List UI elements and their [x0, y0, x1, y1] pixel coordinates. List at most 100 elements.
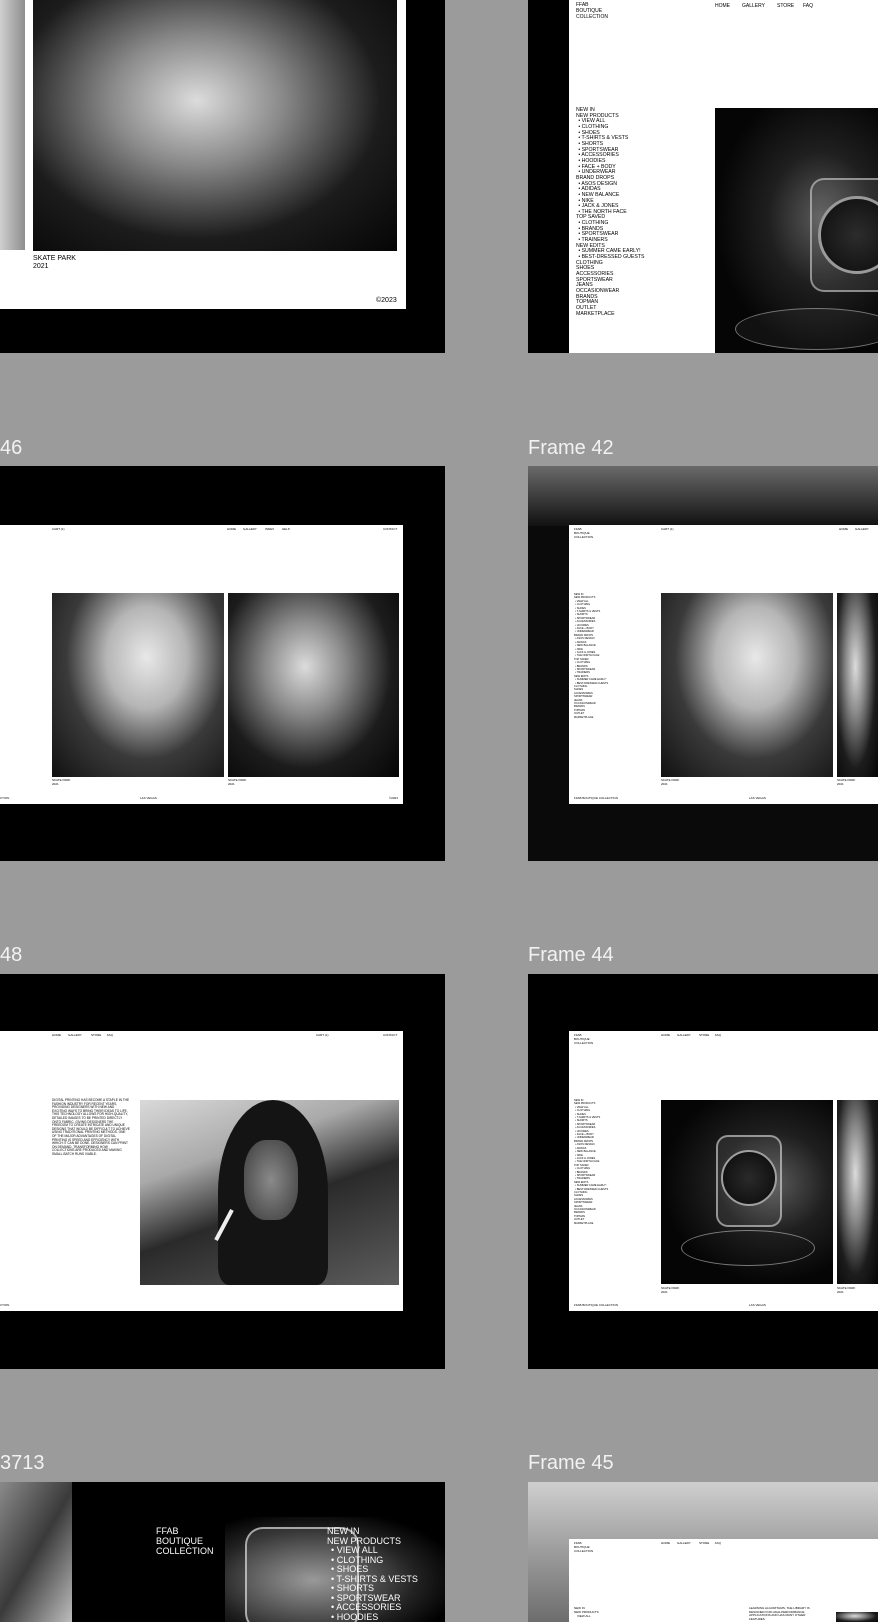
nav-faq[interactable]: FAQ — [715, 1033, 721, 1037]
balaclava-photo — [140, 1100, 399, 1285]
nav-faq[interactable]: FAQ — [803, 3, 813, 10]
brand-line-3: COLLECTION — [576, 14, 608, 20]
caption2-year: 2021 — [837, 782, 844, 786]
nav-gallery[interactable]: GALLERY — [742, 3, 765, 10]
nav-home[interactable]: HOME — [839, 527, 848, 531]
nav-home[interactable]: HOME — [661, 1033, 670, 1037]
caption2-year: 2021 — [837, 1290, 844, 1294]
frame-48[interactable]: HOME GALLERY STORE FAQ CART (1) CONTACT … — [0, 974, 445, 1369]
caption1-year: 2021 — [52, 782, 59, 786]
frame-46[interactable]: CART (1) HOME GALLERY INDEX HELP CONTACT… — [0, 466, 445, 861]
nav-store[interactable]: STORE — [777, 3, 794, 10]
menu-subitem[interactable]: • HOODIES — [327, 1611, 418, 1622]
footer-location: LAS VEGAS — [140, 796, 157, 800]
menu-label: MARKETPLACE — [576, 310, 615, 317]
category-menu: NEW IN NEW PRODUCTS • VIEW ALL • CLOTHING • … — [327, 1526, 418, 1622]
menu-label: HOODIES — [336, 1611, 379, 1622]
menu-view-all[interactable]: VIEW ALL — [577, 1614, 591, 1618]
frame-paper: FFAB BOUTIQUE COLLECTION HOME GALLERY ST… — [569, 1031, 878, 1311]
frame-paper: SKATE PARK 2021 ©2023 — [0, 0, 406, 309]
caption2-year: 2021 — [228, 782, 235, 786]
brand-line-3: COLLECTION — [156, 1546, 214, 1556]
watch-photo — [715, 108, 878, 353]
nav-gallery[interactable]: GALLERY — [677, 1033, 691, 1037]
footer-left: CTION — [0, 1303, 10, 1307]
caption1-year: 2021 — [661, 1290, 668, 1294]
caption-year: 2021 — [33, 263, 49, 270]
menu-label: SPORTSWEAR — [336, 1592, 401, 1603]
category-menu: NEW IN NEW PRODUCTS • VIEW ALL • CLOTHING • … — [574, 593, 608, 719]
frame-label-46: 46 — [0, 437, 23, 459]
menu-label: SHORTS — [336, 1583, 375, 1593]
portrait-photo — [33, 0, 397, 251]
nav-store[interactable]: STORE — [699, 1033, 709, 1037]
article-body: DIGITAL PRINTING HAS BECOME A STAPLE IN … — [52, 1098, 130, 1156]
watch-photo — [661, 1100, 833, 1284]
contact-link[interactable]: CONTACT — [383, 527, 397, 531]
nav-store[interactable]: STORE — [91, 1033, 101, 1037]
nav-home[interactable]: HOME — [661, 1541, 670, 1545]
article-body: LEARNING ALGORITHMS, THE LIBRARY IS DESI… — [749, 1606, 810, 1621]
cart-link[interactable]: CART (1) — [661, 527, 674, 531]
nav-index[interactable]: INDEX — [265, 527, 274, 531]
footer-left: FFAB BOUTIQUE COLLECTION — [574, 796, 619, 800]
left-photo — [0, 1482, 72, 1622]
frame-label-48: 48 — [0, 944, 23, 966]
frame-paper: CART (1) HOME GALLERY INDEX HELP CONTACT… — [0, 525, 403, 804]
menu-item[interactable]: MARKETPLACE — [574, 716, 608, 719]
cart-link[interactable]: CART (1) — [52, 527, 65, 531]
frame-paper: FFAB BOUTIQUE COLLECTION HOME GALLERY ST… — [569, 1539, 878, 1622]
nav-gallery[interactable]: GALLERY — [243, 527, 257, 531]
frame-45[interactable]: FFAB BOUTIQUE COLLECTION HOME GALLERY ST… — [528, 1482, 878, 1622]
footer-location: LAS VEGAS — [749, 796, 766, 800]
footer-left: CTION — [0, 796, 10, 800]
frame-label-44: Frame 44 — [528, 944, 614, 966]
frame-3713[interactable]: FFAB BOUTIQUE COLLECTION NEW IN NEW PRODU… — [0, 1482, 445, 1622]
photo-edge-strip — [0, 0, 25, 250]
nav-home[interactable]: HOME — [227, 527, 236, 531]
nav-help[interactable]: HELP — [282, 527, 290, 531]
menu-label: CLOTHING — [336, 1554, 384, 1565]
nav-gallery[interactable]: GALLERY — [855, 527, 869, 531]
contact-link[interactable]: CONTACT — [383, 1033, 397, 1037]
nav-faq[interactable]: FAQ — [715, 1541, 721, 1545]
frame-paper: FFAB BOUTIQUE COLLECTION HOME GALLERY ST… — [569, 0, 878, 353]
copyright: ©2023 — [376, 297, 397, 304]
photo-edge — [836, 1612, 878, 1622]
second-photo — [837, 1100, 878, 1284]
nav-store[interactable]: STORE — [699, 1541, 709, 1545]
display-stand — [735, 308, 878, 350]
frame-44[interactable]: FFAB BOUTIQUE COLLECTION HOME GALLERY ST… — [528, 974, 878, 1369]
frame-42[interactable]: FFAB BOUTIQUE COLLECTION CART (1) HOME G… — [528, 466, 878, 861]
menu-label: VIEW ALL — [336, 1545, 378, 1555]
nav-gallery[interactable]: GALLERY — [68, 1033, 82, 1037]
frame-paper: FFAB BOUTIQUE COLLECTION CART (1) HOME G… — [569, 525, 878, 804]
skater-photo-2 — [837, 593, 878, 777]
menu-label: MARKETPLACE — [574, 1221, 594, 1225]
brand-line-3: COLLECTION — [574, 535, 594, 539]
nav-gallery[interactable]: GALLERY — [677, 1541, 691, 1545]
caption-title: SKATE PARK — [33, 255, 76, 262]
menu-label: NEW PRODUCTS — [327, 1535, 401, 1546]
frame-top-left[interactable]: SKATE PARK 2021 ©2023 — [0, 0, 445, 353]
nav-home[interactable]: HOME — [52, 1033, 61, 1037]
nav-faq[interactable]: FAQ — [107, 1033, 113, 1037]
cart-link[interactable]: CART (1) — [316, 1033, 329, 1037]
skater-photo-1 — [661, 593, 833, 777]
menu-item[interactable]: MARKETPLACE — [574, 1222, 608, 1225]
caption1-year: 2021 — [661, 782, 668, 786]
skater-photo-2 — [228, 593, 399, 777]
skater-photo-1 — [52, 593, 224, 777]
frame-top-right[interactable]: FFAB BOUTIQUE COLLECTION HOME GALLERY ST… — [528, 0, 878, 353]
grain-overlay — [528, 466, 878, 526]
menu-label: T-SHIRTS & VESTS — [336, 1573, 418, 1584]
footer-left: FFAB BOUTIQUE COLLECTION — [574, 1303, 619, 1307]
menu-label: SHOES — [336, 1564, 369, 1574]
category-menu: NEW IN NEW PRODUCTS • VIEW ALL • CLOTHING • … — [574, 1099, 608, 1225]
nav-home[interactable]: HOME — [715, 3, 730, 10]
frame-paper: HOME GALLERY STORE FAQ CART (1) CONTACT … — [0, 1031, 403, 1311]
menu-item[interactable]: MARKETPLACE — [576, 310, 644, 318]
watch-dial — [721, 1150, 777, 1206]
footer-location: LAS VEGAS — [749, 1303, 766, 1307]
menu-label: MARKETPLACE — [574, 715, 594, 719]
